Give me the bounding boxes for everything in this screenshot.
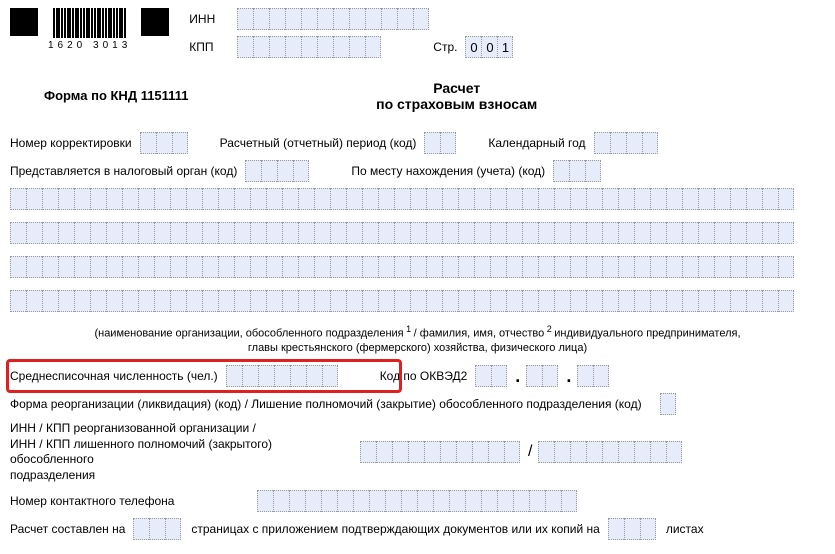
period-label: Расчетный (отчетный) период (код) <box>220 136 417 150</box>
org-name-note: (наименование организации, обособленного… <box>10 324 825 355</box>
location-field[interactable] <box>553 160 601 182</box>
inn-label: ИНН <box>189 12 229 26</box>
reorg-innkpp-label-1: ИНН / КПП реорганизованной организации / <box>10 421 256 435</box>
org-name-line-2[interactable] <box>10 222 823 244</box>
inn-field[interactable] <box>237 8 429 30</box>
tax-authority-label: Представляется в налоговый орган (код) <box>10 164 237 178</box>
year-label: Календарный год <box>488 136 585 150</box>
compiled-label-3: листах <box>666 522 704 536</box>
reorg-code-field[interactable] <box>660 393 676 415</box>
org-name-line-3[interactable] <box>10 256 823 278</box>
kpp-label: КПП <box>189 40 229 54</box>
period-field[interactable] <box>424 132 456 154</box>
okved-field-2[interactable] <box>526 365 558 387</box>
reorg-kpp-field[interactable] <box>538 441 682 463</box>
okved-label: Код по ОКВЭД2 <box>380 369 468 383</box>
reorg-label: Форма реорганизации (ликвидация) (код) /… <box>10 397 642 411</box>
year-field[interactable] <box>594 132 658 154</box>
compiled-label-1: Расчет составлен на <box>10 522 125 536</box>
marker-square-left <box>10 8 38 36</box>
okved-field-3[interactable] <box>577 365 609 387</box>
dot-separator: . <box>560 366 577 387</box>
page-field: 001 <box>465 36 513 58</box>
tax-authority-field[interactable] <box>245 160 309 182</box>
attachments-count-field[interactable] <box>608 518 656 540</box>
barcode-number: 1620 3013 <box>48 40 131 51</box>
slash-separator: / <box>522 443 538 461</box>
reorg-innkpp-label-3: подразделения <box>10 468 95 482</box>
title-line2: по страховым взносам <box>188 96 725 112</box>
pages-count-field[interactable] <box>133 518 181 540</box>
dot-separator: . <box>509 366 526 387</box>
org-name-line-1[interactable] <box>10 188 823 210</box>
headcount-label: Среднесписочная численность (чел.) <box>10 369 218 383</box>
correction-label: Номер корректировки <box>10 136 132 150</box>
location-label: По месту нахождения (учета) (код) <box>351 164 545 178</box>
page-label: Стр. <box>433 40 457 54</box>
marker-square-right <box>141 8 169 36</box>
okved-field-1[interactable] <box>475 365 507 387</box>
headcount-field[interactable] <box>226 365 338 387</box>
form-code: Форма по КНД 1151111 <box>44 88 188 103</box>
phone-field[interactable] <box>257 490 577 512</box>
reorg-innkpp-label-2: ИНН / КПП лишенного полномочий (закрытог… <box>10 437 272 467</box>
barcode: 1620 3013 <box>48 8 131 51</box>
phone-label: Номер контактного телефона <box>10 494 174 508</box>
correction-field[interactable] <box>140 132 188 154</box>
reorg-inn-field[interactable] <box>360 441 520 463</box>
kpp-field[interactable] <box>237 36 381 58</box>
compiled-label-2: страницах с приложением подтверждающих д… <box>191 522 599 536</box>
org-name-line-4[interactable] <box>10 290 823 312</box>
title-line1: Расчет <box>188 80 725 96</box>
